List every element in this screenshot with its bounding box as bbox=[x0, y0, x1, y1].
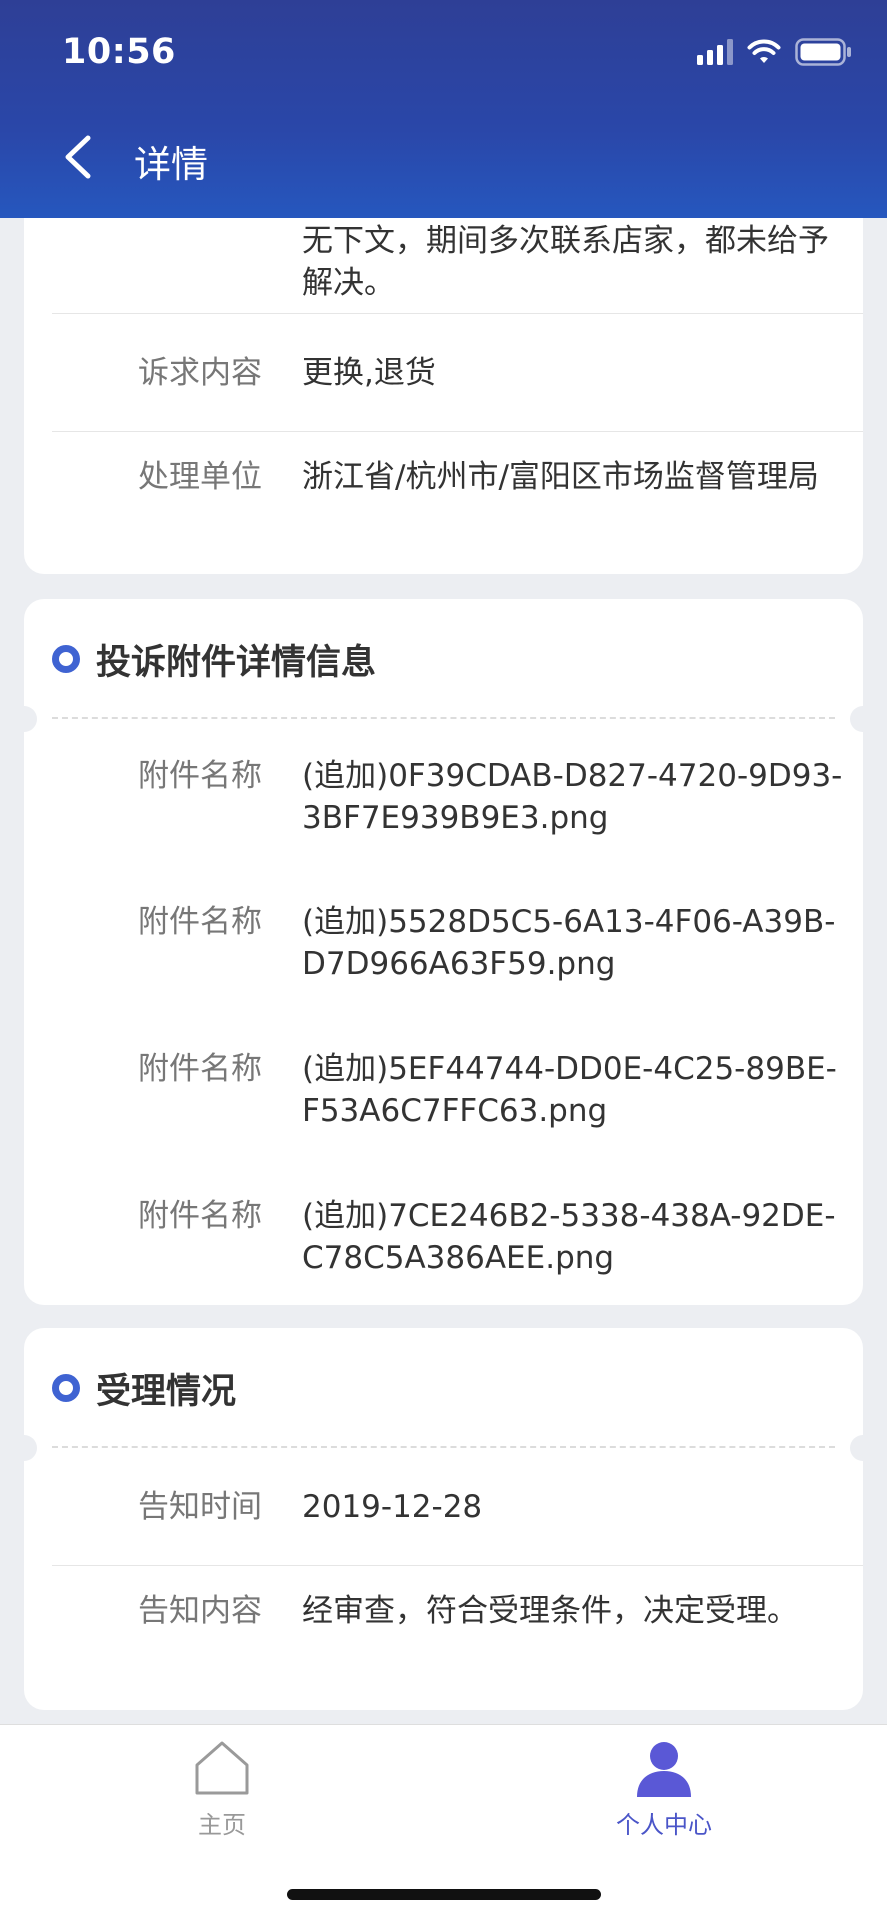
attachment-row[interactable]: 附件名称 (追加)5528D5C5-6A13-4F06-A39B-D7D966A… bbox=[24, 901, 863, 985]
detail-scroll-area[interactable]: 无下文，期间多次联系店家，都未给予解决。 诉求内容 更换,退货 处理单位 浙江省… bbox=[0, 218, 887, 1724]
attachment-label: 附件名称 bbox=[138, 904, 262, 940]
back-arrow-icon[interactable] bbox=[58, 134, 98, 180]
tab-profile[interactable]: 个人中心 bbox=[564, 1739, 764, 1840]
notice-content-row: 告知内容 经审查，符合受理条件，决定受理。 bbox=[24, 1590, 863, 1632]
handling-unit-row: 处理单位 浙江省/杭州市/富阳区市场监督管理局 bbox=[24, 456, 863, 498]
wifi-icon bbox=[747, 39, 781, 63]
page-title: 详情 bbox=[134, 143, 208, 186]
cellular-signal-icon bbox=[697, 39, 733, 65]
claim-content-row: 诉求内容 更换,退货 bbox=[24, 314, 863, 432]
handling-unit-value: 浙江省/杭州市/富阳区市场监督管理局 bbox=[302, 459, 819, 495]
attachment-filename[interactable]: (追加)0F39CDAB-D827-4720-9D93-3BF7E939B9E3… bbox=[302, 755, 863, 839]
battery-icon bbox=[795, 38, 851, 66]
complaint-description-text: 无下文，期间多次联系店家，都未给予解决。 bbox=[302, 223, 829, 301]
status-icons bbox=[697, 38, 853, 66]
notice-time-label: 告知时间 bbox=[138, 1489, 262, 1525]
attachments-card: 投诉附件详情信息 附件名称 (追加)0F39CDAB-D827-4720-9D9… bbox=[11, 599, 876, 1305]
attachments-section-header: 投诉附件详情信息 bbox=[11, 599, 876, 732]
person-icon bbox=[637, 1742, 691, 1797]
app-header: 10:56 详情 bbox=[0, 0, 887, 218]
complaint-info-card: 无下文，期间多次联系店家，都未给予解决。 诉求内容 更换,退货 处理单位 浙江省… bbox=[24, 218, 863, 574]
acceptance-section-title: 受理情况 bbox=[96, 1371, 237, 1412]
attachment-filename[interactable]: (追加)7CE246B2-5338-438A-92DE-C78C5A386AEE… bbox=[302, 1195, 863, 1279]
claim-content-label: 诉求内容 bbox=[138, 355, 262, 391]
notice-time-value: 2019-12-28 bbox=[302, 1489, 483, 1525]
status-time: 10:56 bbox=[62, 32, 176, 72]
attachment-label: 附件名称 bbox=[138, 1198, 262, 1234]
notice-content-value: 经审查，符合受理条件，决定受理。 bbox=[302, 1593, 798, 1629]
section-bullet-icon bbox=[52, 1374, 80, 1402]
tab-home[interactable]: 主页 bbox=[122, 1739, 322, 1840]
acceptance-section-header: 受理情况 bbox=[11, 1328, 876, 1461]
claim-content-value: 更换,退货 bbox=[302, 355, 436, 391]
complaint-overflow-row: 无下文，期间多次联系店家，都未给予解决。 bbox=[24, 220, 863, 314]
tab-home-label: 主页 bbox=[198, 1811, 246, 1839]
notice-content-label: 告知内容 bbox=[138, 1593, 262, 1629]
home-indicator[interactable] bbox=[287, 1889, 601, 1900]
attachment-label: 附件名称 bbox=[138, 1051, 262, 1087]
attachment-filename[interactable]: (追加)5EF44744-DD0E-4C25-89BE-F53A6C7FFC63… bbox=[302, 1048, 863, 1132]
section-bullet-icon bbox=[52, 645, 80, 673]
attachments-section-title: 投诉附件详情信息 bbox=[96, 642, 377, 683]
notice-time-row: 告知时间 2019-12-28 bbox=[24, 1448, 863, 1566]
home-icon bbox=[195, 1741, 249, 1795]
attachment-label: 附件名称 bbox=[138, 758, 262, 794]
attachment-filename[interactable]: (追加)5528D5C5-6A13-4F06-A39B-D7D966A63F59… bbox=[302, 901, 863, 985]
attachment-row[interactable]: 附件名称 (追加)7CE246B2-5338-438A-92DE-C78C5A3… bbox=[24, 1195, 863, 1279]
acceptance-card: 受理情况 告知时间 2019-12-28 告知内容 经审查，符合受理条件，决定受… bbox=[11, 1328, 876, 1710]
attachment-row[interactable]: 附件名称 (追加)0F39CDAB-D827-4720-9D93-3BF7E93… bbox=[24, 755, 863, 839]
handling-unit-label: 处理单位 bbox=[138, 459, 262, 495]
tab-profile-label: 个人中心 bbox=[616, 1811, 712, 1839]
attachment-row[interactable]: 附件名称 (追加)5EF44744-DD0E-4C25-89BE-F53A6C7… bbox=[24, 1048, 863, 1132]
